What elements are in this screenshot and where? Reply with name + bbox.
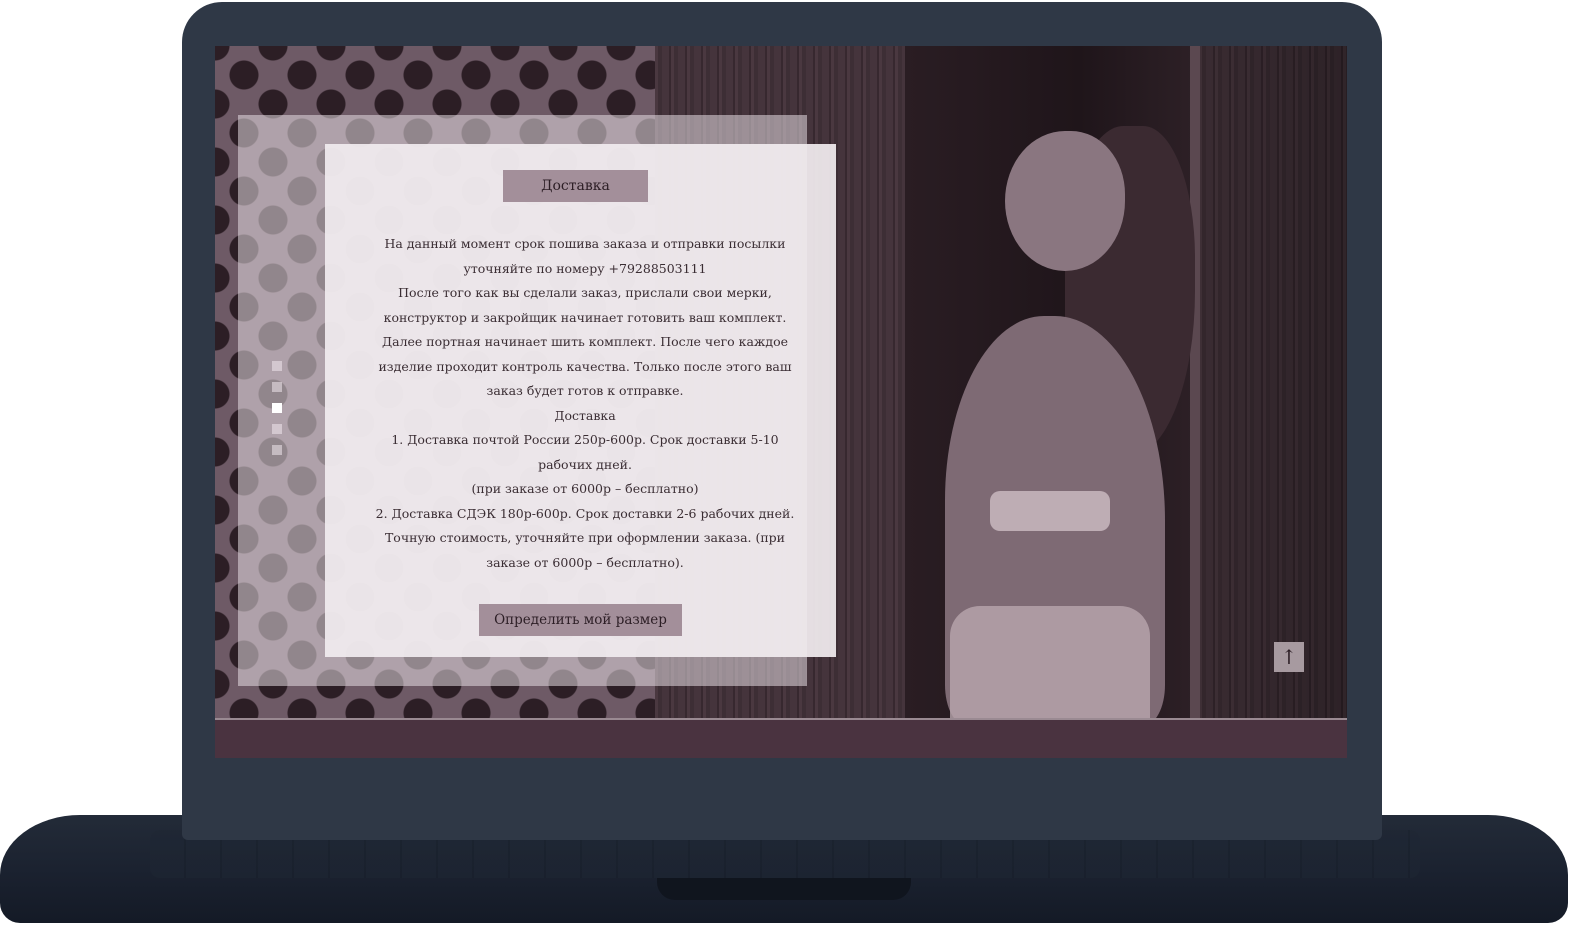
slider-dots (272, 361, 284, 466)
delivery-info-text: На данный момент срок пошива заказа и от… (375, 232, 795, 575)
laptop-mockup: Доставка На данный момент срок пошива за… (0, 0, 1579, 928)
determine-size-button[interactable]: Определить мой размер (479, 604, 682, 636)
info-paragraph: (при заказе от 6000р – бесплатно) (471, 481, 699, 496)
info-paragraph: Доставка (554, 407, 616, 423)
delivery-info-panel: Доставка На данный момент срок пошива за… (325, 144, 836, 657)
hero-section: Доставка На данный момент срок пошива за… (215, 46, 1347, 719)
slider-dot[interactable] (272, 445, 282, 455)
info-paragraph: На данный момент срок пошива заказа и от… (384, 236, 786, 276)
background-door-frame (1190, 46, 1200, 719)
model-photo-lingerie-bottom (950, 606, 1150, 719)
laptop-notch (657, 878, 911, 900)
model-photo-head (1005, 131, 1125, 271)
info-paragraph: 1. Доставка почтой России 250р-600р. Сро… (391, 432, 779, 472)
panel-title: Доставка (503, 170, 648, 202)
slider-dot[interactable] (272, 424, 282, 434)
model-photo-lingerie-top (990, 491, 1110, 531)
info-paragraph: 2. Доставка СДЭК 180р-600р. Срок доставк… (375, 505, 795, 570)
laptop-screen: Доставка На данный момент срок пошива за… (215, 46, 1347, 758)
footer-bar (215, 720, 1347, 758)
slider-dot[interactable] (272, 361, 282, 371)
arrow-up-icon: ↑ (1280, 645, 1298, 669)
scroll-to-top-button[interactable]: ↑ (1274, 642, 1304, 672)
slider-dot[interactable] (272, 382, 282, 392)
info-paragraph: После того как вы сделали заказ, прислал… (378, 285, 792, 398)
slider-dot-active[interactable] (272, 403, 282, 413)
